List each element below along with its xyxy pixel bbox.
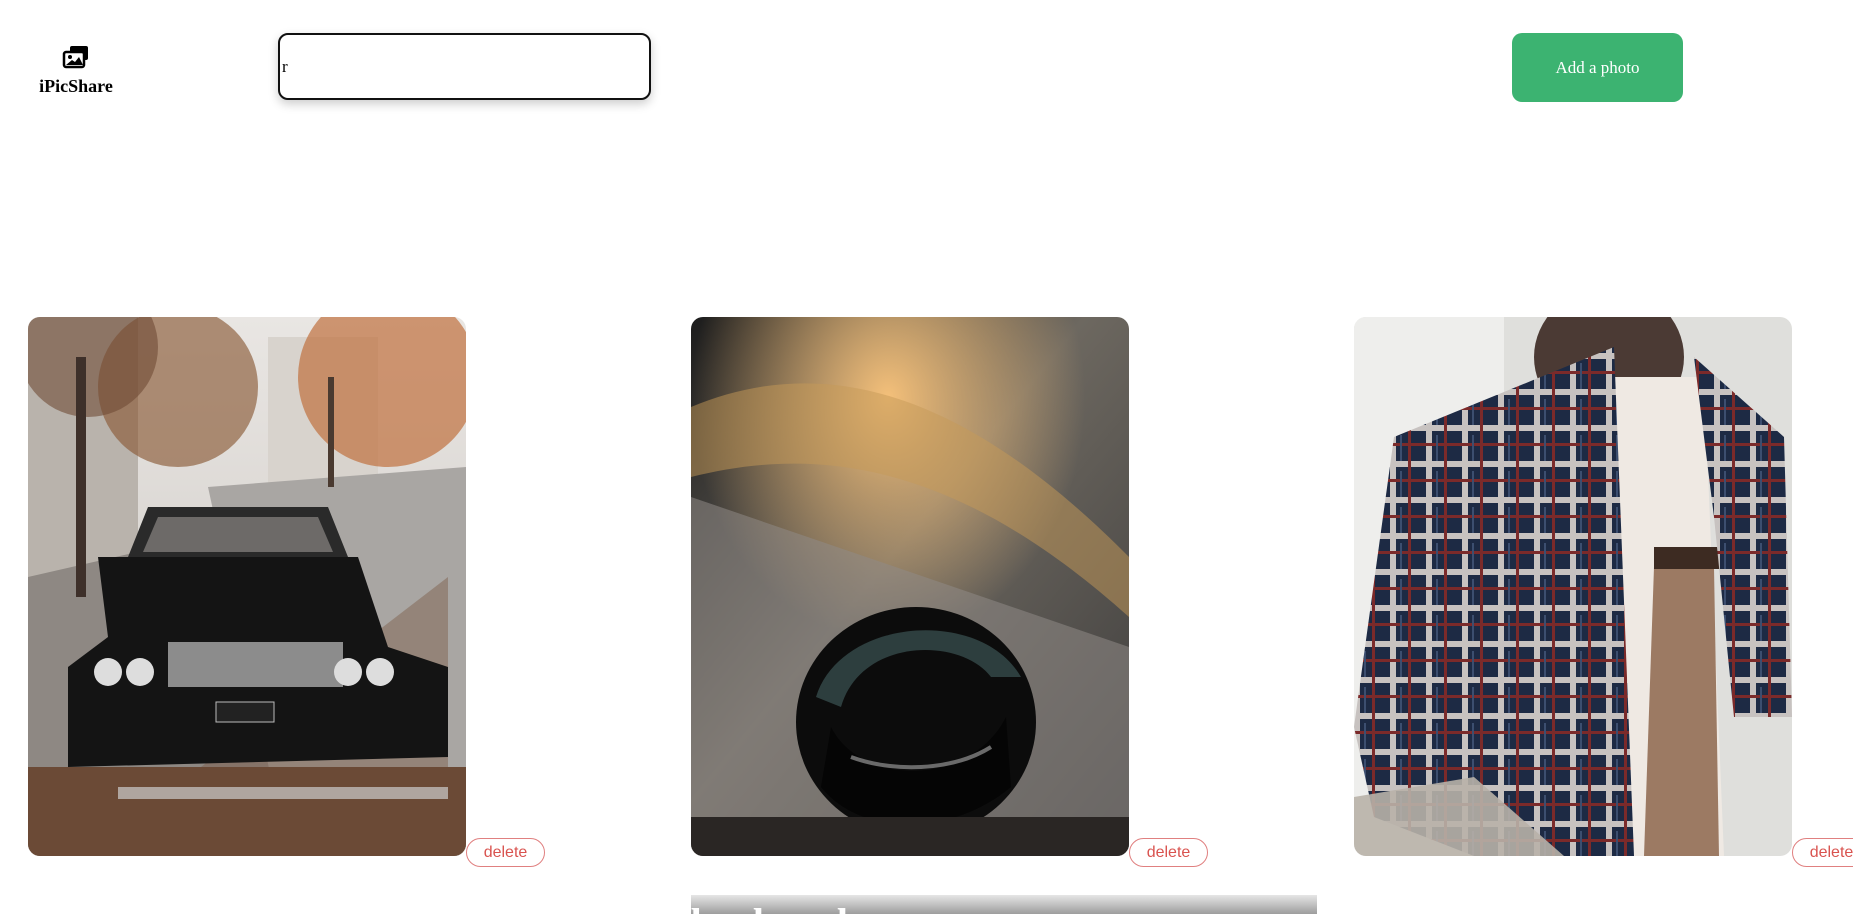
photo-image-helmet[interactable] bbox=[691, 317, 1129, 856]
photo-image-car[interactable] bbox=[28, 317, 466, 856]
photo-caption: boyboy dreew bbox=[691, 899, 929, 914]
app-name: iPicShare bbox=[39, 76, 113, 96]
delete-button[interactable]: delete bbox=[1129, 838, 1208, 867]
delete-button[interactable]: delete bbox=[1792, 838, 1853, 867]
photo-card-partial[interactable]: boyboy dreew bbox=[691, 895, 1317, 914]
photo-image-plaid[interactable] bbox=[1354, 317, 1792, 856]
photo-stack-icon bbox=[62, 46, 88, 69]
app-logo[interactable]: iPicShare bbox=[30, 44, 122, 97]
delete-button[interactable]: delete bbox=[466, 838, 545, 867]
add-photo-button[interactable]: Add a photo bbox=[1512, 33, 1683, 102]
search-input[interactable] bbox=[278, 33, 651, 100]
